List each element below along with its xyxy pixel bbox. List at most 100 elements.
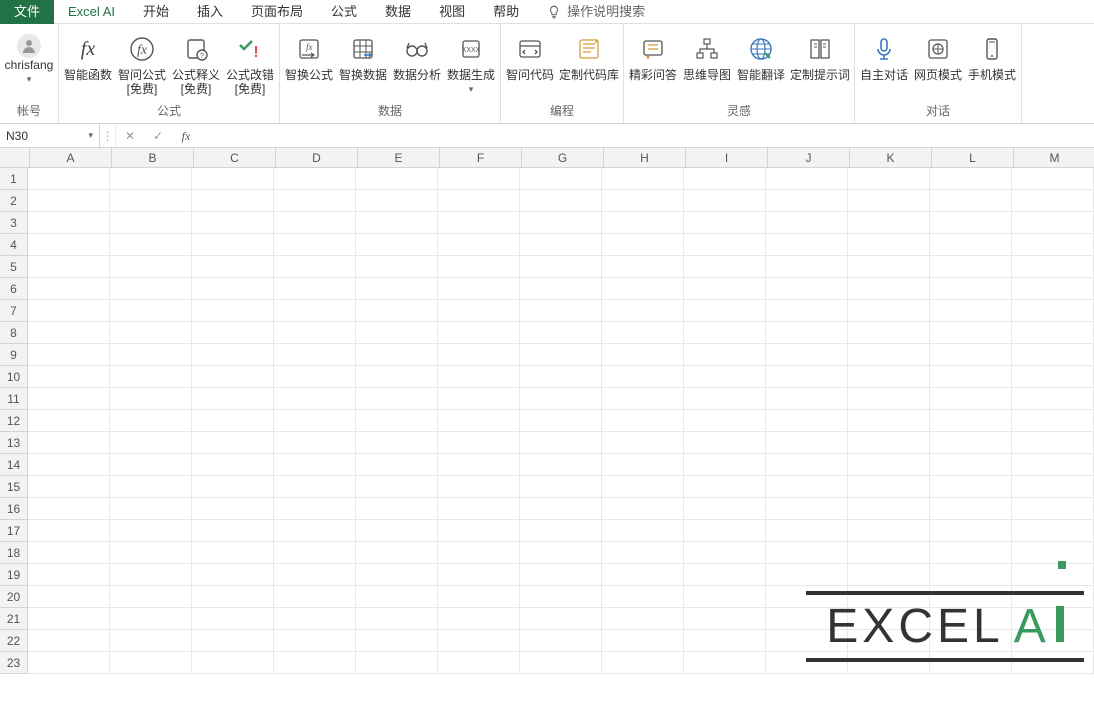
- tab-insert[interactable]: 插入: [183, 0, 237, 24]
- cell[interactable]: [28, 630, 110, 652]
- tab-file[interactable]: 文件: [0, 0, 54, 24]
- prompts-button[interactable]: 定制提示词: [788, 30, 852, 84]
- cell[interactable]: [520, 234, 602, 256]
- cell[interactable]: [28, 432, 110, 454]
- cell[interactable]: [110, 388, 192, 410]
- cell[interactable]: [192, 564, 274, 586]
- cell[interactable]: [356, 190, 438, 212]
- cell[interactable]: [684, 322, 766, 344]
- select-all-corner[interactable]: [0, 148, 30, 168]
- cell[interactable]: [848, 498, 930, 520]
- cell[interactable]: [1012, 410, 1094, 432]
- cell[interactable]: [930, 410, 1012, 432]
- cell[interactable]: [766, 476, 848, 498]
- column-header[interactable]: K: [850, 148, 932, 168]
- cell[interactable]: [356, 520, 438, 542]
- name-box[interactable]: N30 ▾: [0, 124, 100, 147]
- cell[interactable]: [110, 344, 192, 366]
- cell[interactable]: [684, 498, 766, 520]
- cell[interactable]: [684, 586, 766, 608]
- cell[interactable]: [110, 366, 192, 388]
- cell[interactable]: [848, 168, 930, 190]
- cell[interactable]: [930, 652, 1012, 674]
- cell[interactable]: [930, 190, 1012, 212]
- cell[interactable]: [848, 300, 930, 322]
- cell[interactable]: [684, 388, 766, 410]
- cell[interactable]: [684, 608, 766, 630]
- cell[interactable]: [28, 542, 110, 564]
- cell[interactable]: [602, 586, 684, 608]
- cell[interactable]: [192, 454, 274, 476]
- cell[interactable]: [28, 366, 110, 388]
- cell[interactable]: [110, 630, 192, 652]
- row-header[interactable]: 18: [0, 542, 28, 564]
- cell[interactable]: [520, 366, 602, 388]
- cell[interactable]: [356, 652, 438, 674]
- cancel-formula-button[interactable]: ✕: [116, 124, 144, 147]
- cell[interactable]: [274, 498, 356, 520]
- cell[interactable]: [684, 652, 766, 674]
- row-header[interactable]: 4: [0, 234, 28, 256]
- cell[interactable]: [274, 608, 356, 630]
- row-header[interactable]: 15: [0, 476, 28, 498]
- explain-formula-button[interactable]: ? 公式释义 [免费]: [169, 30, 223, 98]
- cell[interactable]: [602, 234, 684, 256]
- cell[interactable]: [930, 256, 1012, 278]
- cell[interactable]: [848, 344, 930, 366]
- cells-area[interactable]: EXCEL A: [28, 168, 1094, 674]
- cell[interactable]: [438, 498, 520, 520]
- cell[interactable]: [438, 586, 520, 608]
- row-header[interactable]: 12: [0, 410, 28, 432]
- cell[interactable]: [28, 520, 110, 542]
- cell[interactable]: [1012, 630, 1094, 652]
- row-header[interactable]: 20: [0, 586, 28, 608]
- cell[interactable]: [520, 432, 602, 454]
- cell[interactable]: [766, 366, 848, 388]
- column-header[interactable]: M: [1014, 148, 1094, 168]
- column-header[interactable]: D: [276, 148, 358, 168]
- cell[interactable]: [192, 498, 274, 520]
- tab-help[interactable]: 帮助: [479, 0, 533, 24]
- cell[interactable]: [930, 388, 1012, 410]
- cell[interactable]: [192, 410, 274, 432]
- cell[interactable]: [930, 498, 1012, 520]
- cell[interactable]: [848, 234, 930, 256]
- cell[interactable]: [602, 366, 684, 388]
- cell[interactable]: [356, 454, 438, 476]
- cell[interactable]: [110, 278, 192, 300]
- cell[interactable]: [28, 344, 110, 366]
- cell[interactable]: [110, 652, 192, 674]
- ask-code-button[interactable]: 智问代码: [503, 30, 557, 84]
- cell[interactable]: [684, 542, 766, 564]
- translate-button[interactable]: 智能翻译: [734, 30, 788, 84]
- cell[interactable]: [110, 300, 192, 322]
- cell[interactable]: [1012, 454, 1094, 476]
- cell[interactable]: [356, 564, 438, 586]
- cell[interactable]: [848, 454, 930, 476]
- row-header[interactable]: 22: [0, 630, 28, 652]
- cell[interactable]: [192, 586, 274, 608]
- cell[interactable]: [930, 542, 1012, 564]
- cell[interactable]: [1012, 234, 1094, 256]
- cell[interactable]: [602, 322, 684, 344]
- cell[interactable]: [1012, 608, 1094, 630]
- cell[interactable]: [1012, 432, 1094, 454]
- data-generate-button[interactable]: XXXX 数据生成 ▾: [444, 30, 498, 97]
- cell[interactable]: [356, 278, 438, 300]
- cell[interactable]: [684, 256, 766, 278]
- cell[interactable]: [274, 432, 356, 454]
- cell[interactable]: [1012, 564, 1094, 586]
- cell[interactable]: [684, 234, 766, 256]
- cell[interactable]: [848, 212, 930, 234]
- cell[interactable]: [1012, 344, 1094, 366]
- cell[interactable]: [274, 168, 356, 190]
- cell[interactable]: [520, 564, 602, 586]
- cell[interactable]: [274, 344, 356, 366]
- cell[interactable]: [356, 322, 438, 344]
- cell[interactable]: [930, 564, 1012, 586]
- cell[interactable]: [438, 366, 520, 388]
- cell[interactable]: [684, 212, 766, 234]
- cell[interactable]: [356, 630, 438, 652]
- cell[interactable]: [602, 652, 684, 674]
- row-header[interactable]: 2: [0, 190, 28, 212]
